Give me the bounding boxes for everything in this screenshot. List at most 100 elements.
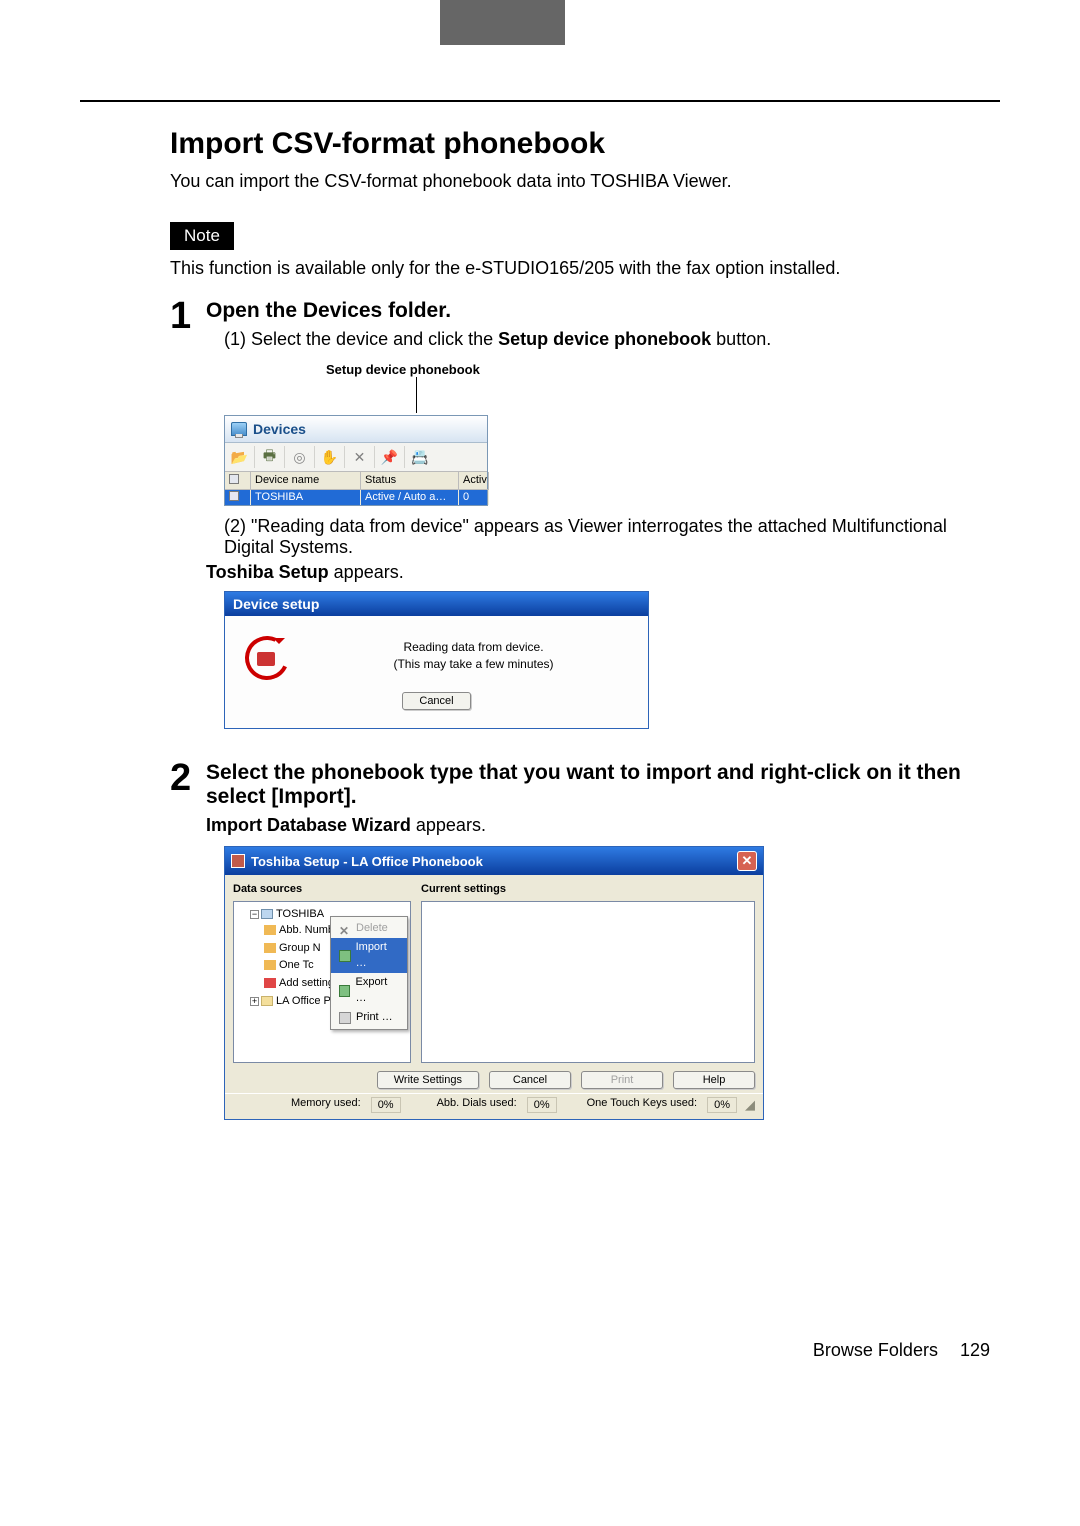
printer-icon[interactable]: 🖶 <box>255 446 285 468</box>
menu-print-icon <box>339 1012 351 1024</box>
device-setup-msg1: Reading data from device. <box>403 640 543 654</box>
la-status-bar: Memory used: 0% Abb. Dials used: 0% One … <box>225 1093 763 1119</box>
step-1-sub1-suffix: button. <box>711 329 771 349</box>
devices-icon <box>231 422 247 436</box>
la-titlebar-app-icon <box>231 854 245 868</box>
data-sources-tree[interactable]: −TOSHIBA Abb. Numbers Group N One Tc Add… <box>233 901 411 1063</box>
one-tree-icon <box>264 960 276 970</box>
step-1-sub1-bold: Setup device phonebook <box>498 329 711 349</box>
menu-import-label: Import … <box>356 940 399 971</box>
resize-grip-icon[interactable]: ◢ <box>745 1097 755 1113</box>
la-titlebar-text: Toshiba Setup - LA Office Phonebook <box>251 854 483 869</box>
devices-column-header-row: Device name Status Activ <box>225 472 487 490</box>
delete-x-icon[interactable]: ✕ <box>345 446 375 468</box>
tree-la-label[interactable]: LA Office P <box>276 995 331 1007</box>
section-title: Import CSV-format phonebook <box>170 127 990 161</box>
status-one-value: 0% <box>707 1097 737 1113</box>
step-2-line2-bold: Import Database Wizard <box>206 815 411 835</box>
devices-header-text: Devices <box>253 421 306 437</box>
status-abb-value: 0% <box>527 1097 557 1113</box>
col-activ[interactable]: Activ <box>459 472 489 490</box>
tree-expand-la-icon[interactable]: + <box>250 997 259 1006</box>
menu-export-label: Export … <box>355 975 399 1006</box>
current-settings-box <box>421 901 755 1063</box>
device-setup-title: Device setup <box>233 596 319 612</box>
tree-group-label[interactable]: Group N <box>279 942 321 954</box>
devices-toolbar: 📂 🖶 ◎ ✋ ✕ 📌 📇 <box>225 443 487 472</box>
abb-tree-icon <box>264 925 276 935</box>
menu-import-icon <box>339 950 351 962</box>
step-1-sub2-text: (2) "Reading data from device" appears a… <box>224 516 947 557</box>
top-rule <box>80 100 1000 102</box>
step-2-line2: Import Database Wizard appears. <box>206 815 990 836</box>
device-setup-dialog: Device setup Reading data from device. (… <box>224 591 649 729</box>
tree-one-label[interactable]: One Tc <box>279 959 314 971</box>
folder-tree-icon <box>261 996 273 1006</box>
menu-import[interactable]: Import … <box>331 938 407 973</box>
menu-export-icon <box>339 985 350 997</box>
lock-header-icon <box>229 474 239 484</box>
la-titlebar: Toshiba Setup - LA Office Phonebook ✕ <box>225 847 763 875</box>
close-icon[interactable]: ✕ <box>737 851 757 871</box>
row-lock-icon <box>229 491 239 501</box>
step-1-sub2-suffix: appears. <box>329 562 404 582</box>
footer-page-number: 129 <box>960 1340 990 1361</box>
step-1-sub2-line2: Toshiba Setup appears. <box>206 562 990 583</box>
devices-row-toshiba[interactable]: TOSHIBA Active / Auto a… 0 <box>225 490 487 505</box>
hand-icon[interactable]: ✋ <box>315 446 345 468</box>
status-mem-value: 0% <box>371 1097 401 1113</box>
step-1: 1 Open the Devices folder. (1) Select th… <box>170 297 990 751</box>
group-tree-icon <box>264 943 276 953</box>
step-2-number: 2 <box>170 759 206 797</box>
intro-text: You can import the CSV-format phonebook … <box>170 171 990 192</box>
current-settings-header: Current settings <box>421 883 755 895</box>
note-label: Note <box>170 222 234 250</box>
setup-callout-line <box>416 377 417 413</box>
menu-export[interactable]: Export … <box>331 973 407 1008</box>
page-footer: Browse Folders 129 <box>0 1340 1080 1361</box>
step-1-sub2-bold: Toshiba Setup <box>206 562 329 582</box>
status-one-label: One Touch Keys used: <box>587 1097 699 1113</box>
col-device-name[interactable]: Device name <box>251 472 361 490</box>
step-1-sub1-prefix: (1) Select the device and click the <box>224 329 498 349</box>
col-status[interactable]: Status <box>361 472 459 490</box>
setup-callout-label: Setup device phonebook <box>326 362 990 377</box>
devices-window-header: Devices <box>225 416 487 443</box>
context-menu: ✕ Delete Import … Export … <box>330 916 408 1030</box>
devices-window: Devices 📂 🖶 ◎ ✋ ✕ 📌 📇 Device name Status… <box>224 415 488 506</box>
step-1-title: Open the Devices folder. <box>206 299 990 323</box>
config-pin-icon[interactable]: 📌 <box>375 446 405 468</box>
step-2: 2 Select the phonebook type that you wan… <box>170 759 990 1150</box>
note-text: This function is available only for the … <box>170 258 990 279</box>
step-1-sub1: (1) Select the device and click the Setu… <box>224 329 990 350</box>
tree-root-label[interactable]: TOSHIBA <box>276 908 324 920</box>
loading-arrow-icon <box>243 634 287 678</box>
step-1-sub2: (2) "Reading data from device" appears a… <box>224 516 990 558</box>
step-1-number: 1 <box>170 297 206 335</box>
menu-print[interactable]: Print … <box>331 1008 407 1027</box>
status-abb-label: Abb. Dials used: <box>437 1097 519 1113</box>
page-header-tab <box>440 0 565 45</box>
device-tree-icon <box>261 909 273 919</box>
open-folder-icon[interactable]: 📂 <box>225 446 255 468</box>
stop-icon[interactable]: ◎ <box>285 446 315 468</box>
device-setup-cancel-button[interactable]: Cancel <box>402 692 470 710</box>
setup-phonebook-icon[interactable]: 📇 <box>405 446 435 468</box>
status-mem-label: Memory used: <box>233 1097 363 1113</box>
menu-delete-icon: ✕ <box>339 923 351 935</box>
la-cancel-button[interactable]: Cancel <box>489 1071 571 1089</box>
step-2-line2-suffix: appears. <box>411 815 486 835</box>
write-settings-button[interactable]: Write Settings <box>377 1071 479 1089</box>
row-device-name: TOSHIBA <box>251 490 361 505</box>
add-tree-icon <box>264 978 276 988</box>
col-lock-icon <box>225 472 251 490</box>
row-activ: 0 <box>459 490 489 505</box>
loading-monitor-icon <box>257 652 275 666</box>
step-2-title: Select the phonebook type that you want … <box>206 761 990 809</box>
footer-section-label: Browse Folders <box>813 1340 938 1361</box>
la-help-button[interactable]: Help <box>673 1071 755 1089</box>
device-setup-titlebar: Device setup <box>225 592 648 616</box>
menu-delete: ✕ Delete <box>331 919 407 938</box>
data-sources-header: Data sources <box>233 883 411 895</box>
tree-collapse-root-icon[interactable]: − <box>250 910 259 919</box>
